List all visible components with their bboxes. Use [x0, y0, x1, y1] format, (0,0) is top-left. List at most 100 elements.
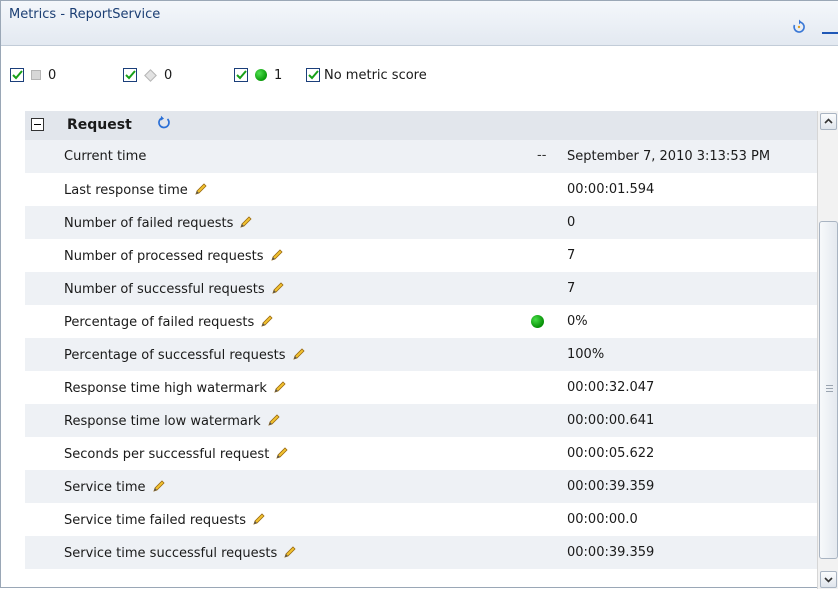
- metric-row[interactable]: Service time 00:00:39.359: [25, 470, 817, 503]
- metric-name-cell: Number of processed requests: [64, 248, 284, 264]
- filter-count: 0: [48, 67, 57, 83]
- metric-name: Service time: [64, 480, 146, 495]
- metric-value: 00:00:32.047: [567, 380, 655, 395]
- metric-name: Current time: [64, 149, 147, 164]
- pencil-icon[interactable]: [252, 512, 266, 526]
- metric-value: 00:00:39.359: [567, 479, 655, 494]
- vertical-scrollbar[interactable]: [817, 111, 838, 589]
- filter-no-metric-score[interactable]: No metric score: [306, 66, 427, 84]
- pencil-icon[interactable]: [283, 545, 297, 559]
- metric-row[interactable]: Service time successful requests 00:00:3…: [25, 536, 817, 569]
- metric-row[interactable]: Current time -- September 7, 2010 3:13:5…: [25, 140, 817, 173]
- metric-row[interactable]: Service time failed requests 00:00:00.0: [25, 503, 817, 536]
- metric-value: 100%: [567, 347, 605, 362]
- metric-value: 7: [567, 281, 576, 296]
- pencil-icon[interactable]: [267, 413, 281, 427]
- metric-name: Number of successful requests: [64, 282, 265, 297]
- pencil-icon[interactable]: [260, 314, 274, 328]
- pencil-icon[interactable]: [270, 248, 284, 262]
- metric-name: Percentage of successful requests: [64, 348, 286, 363]
- gray-diamond-icon: [144, 68, 157, 82]
- view-titlebar: Metrics - ReportService: [1, 1, 838, 46]
- metric-value: 7: [567, 248, 576, 263]
- metric-row[interactable]: Percentage of failed requests 0%: [25, 305, 817, 338]
- filter-count: 0: [164, 67, 173, 83]
- pencil-icon[interactable]: [239, 215, 253, 229]
- metric-row[interactable]: Last response time 00:00:01.594: [25, 173, 817, 206]
- refresh-icon[interactable]: [791, 19, 807, 35]
- metric-name: Seconds per successful request: [64, 447, 270, 462]
- filter-checkbox[interactable]: [234, 68, 248, 82]
- filter-count: 1: [274, 67, 283, 83]
- metric-row[interactable]: Number of successful requests 7: [25, 272, 817, 305]
- pencil-icon[interactable]: [152, 479, 166, 493]
- metric-name-cell: Service time successful requests: [64, 545, 297, 561]
- metric-indicator: --: [537, 148, 547, 163]
- metric-name-cell: Response time high watermark: [64, 380, 287, 396]
- thumb-grip: [826, 385, 833, 386]
- metric-value: 00:00:00.0: [567, 512, 638, 527]
- metric-name-cell: Number of failed requests: [64, 215, 253, 231]
- metric-row[interactable]: Number of failed requests 0: [25, 206, 817, 239]
- filter-checkbox[interactable]: [123, 68, 137, 82]
- filter-toolbar: 0 0 1 No metric score: [1, 66, 838, 96]
- filter-label: No metric score: [324, 67, 427, 83]
- filter-gray-diamond[interactable]: 0: [123, 66, 172, 84]
- pencil-icon[interactable]: [292, 347, 306, 361]
- metric-name-cell: Service time failed requests: [64, 512, 266, 528]
- thumb-grip: [826, 391, 833, 392]
- minimize-icon[interactable]: [822, 32, 838, 34]
- green-ball-icon: [255, 69, 267, 81]
- metric-name: Service time failed requests: [64, 513, 247, 528]
- metric-value: 00:00:39.359: [567, 545, 655, 560]
- filter-checkbox[interactable]: [10, 68, 24, 82]
- group-label: Request: [67, 117, 132, 133]
- metric-value: September 7, 2010 3:13:53 PM: [567, 149, 771, 164]
- filter-checkbox[interactable]: [306, 68, 320, 82]
- metric-value: 0%: [567, 314, 588, 329]
- view-title: Metrics - ReportService: [9, 7, 161, 22]
- metric-name: Number of failed requests: [64, 216, 234, 231]
- scroll-down-button[interactable]: [820, 571, 837, 588]
- green-status-icon: [531, 315, 544, 328]
- metric-name: Response time high watermark: [64, 381, 267, 396]
- metric-row[interactable]: Seconds per successful request 00:00:05.…: [25, 437, 817, 470]
- chevron-up-icon: [824, 118, 833, 124]
- pencil-icon[interactable]: [275, 446, 289, 460]
- pencil-icon[interactable]: [271, 281, 285, 295]
- metrics-view: Metrics - ReportService 0 0 1 No metric …: [0, 0, 838, 589]
- pencil-icon[interactable]: [273, 380, 287, 394]
- metric-row[interactable]: Response time low watermark 00:00:00.641: [25, 404, 817, 437]
- filter-gray-square[interactable]: 0: [10, 66, 56, 84]
- scroll-thumb[interactable]: [819, 221, 838, 559]
- metric-name: Response time low watermark: [64, 414, 261, 429]
- metric-name: Last response time: [64, 183, 188, 198]
- metric-name-cell: Percentage of failed requests: [64, 314, 274, 330]
- chevron-down-icon: [824, 577, 833, 583]
- collapse-icon[interactable]: [31, 118, 44, 131]
- metrics-table: Request Current time -- September 7, 201…: [25, 111, 817, 589]
- metric-value: 00:00:00.641: [567, 413, 655, 428]
- filter-green-ball[interactable]: 1: [234, 66, 282, 84]
- metric-value: 00:00:05.622: [567, 446, 655, 461]
- metric-row[interactable]: Number of processed requests 7: [25, 239, 817, 272]
- metric-value: 0: [567, 215, 576, 230]
- pencil-icon[interactable]: [194, 182, 208, 196]
- metric-name-cell: Seconds per successful request: [64, 446, 289, 462]
- thumb-grip: [826, 388, 833, 389]
- group-row-request[interactable]: Request: [25, 111, 817, 141]
- metric-name-cell: Last response time: [64, 182, 208, 198]
- metric-name-cell: Service time: [64, 479, 166, 495]
- metric-row[interactable]: Percentage of successful requests 100%: [25, 338, 817, 371]
- metric-row[interactable]: Response time high watermark 00:00:32.04…: [25, 371, 817, 404]
- metric-name-cell: Number of successful requests: [64, 281, 285, 297]
- metric-value: 00:00:01.594: [567, 182, 655, 197]
- metric-name: Number of processed requests: [64, 249, 264, 264]
- metric-name-cell: Percentage of successful requests: [64, 347, 306, 363]
- metric-name-cell: Response time low watermark: [64, 413, 281, 429]
- metric-name: Percentage of failed requests: [64, 315, 255, 330]
- refresh-icon[interactable]: [156, 115, 172, 131]
- scroll-up-button[interactable]: [820, 113, 837, 130]
- metric-name: Service time successful requests: [64, 546, 278, 561]
- gray-square-icon: [31, 70, 41, 80]
